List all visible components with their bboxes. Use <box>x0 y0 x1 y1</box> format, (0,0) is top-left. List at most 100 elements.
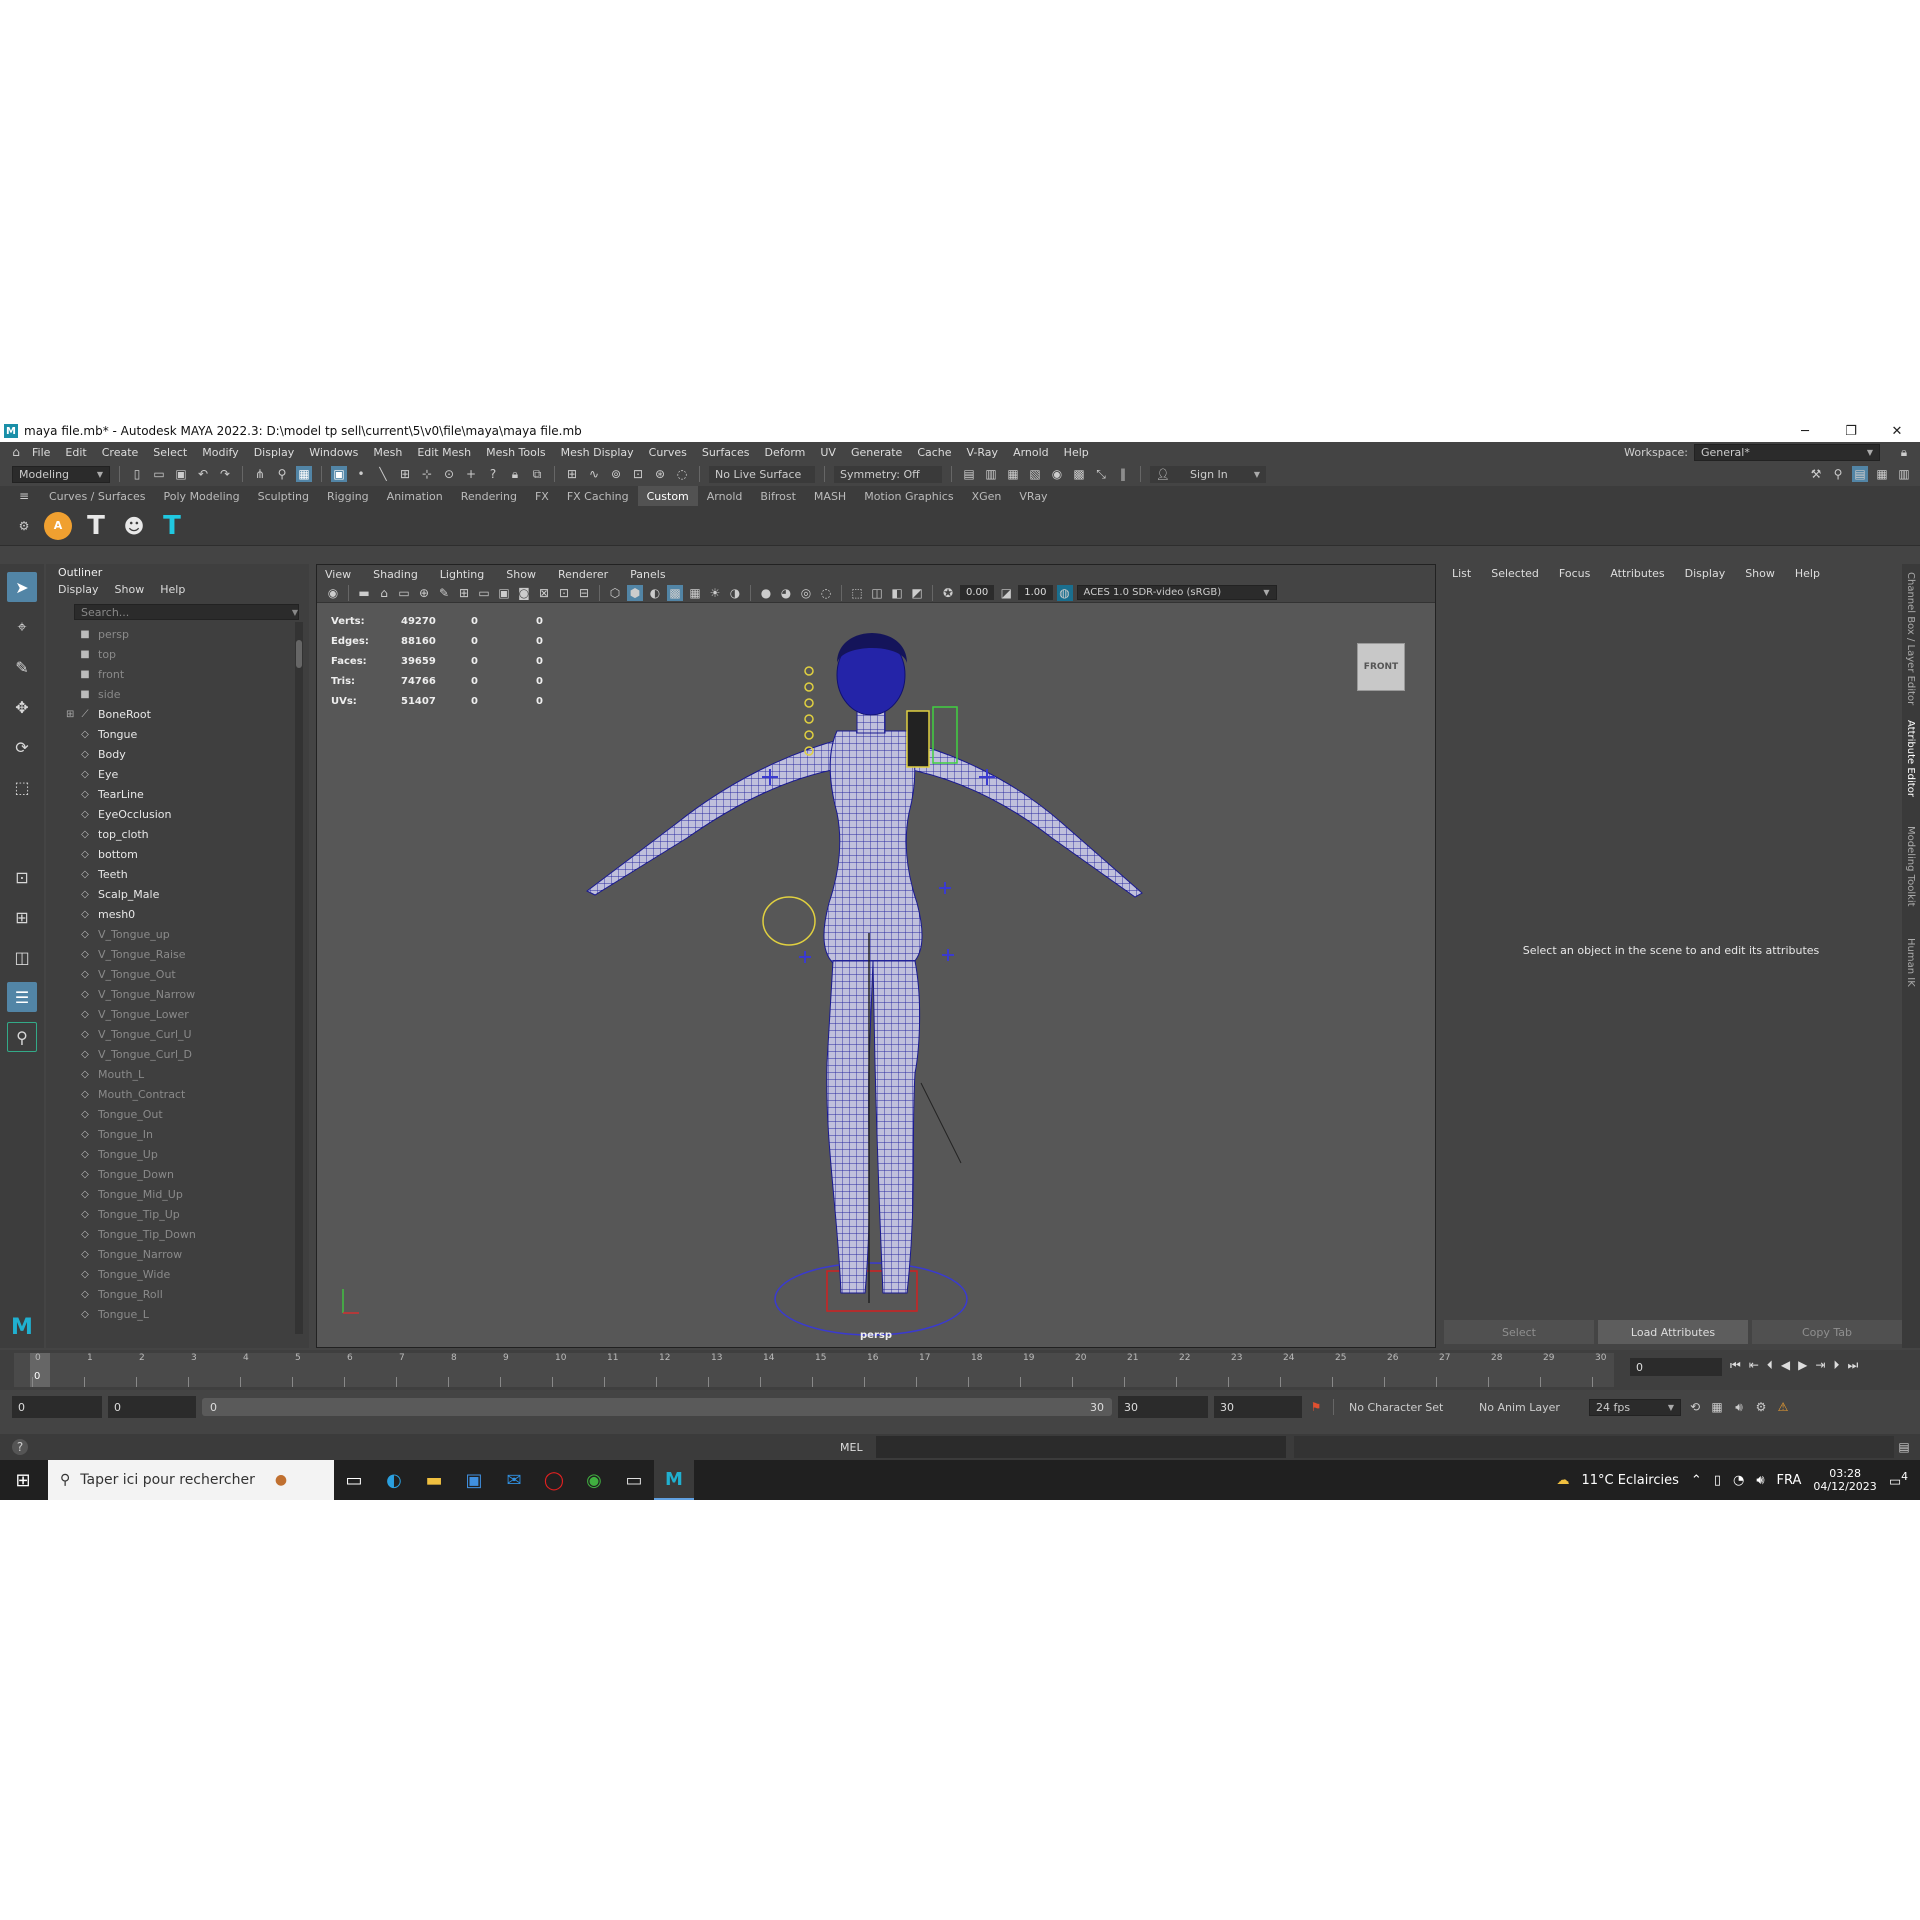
menu-windows[interactable]: Windows <box>309 446 358 459</box>
uv-mode-icon[interactable]: ⊹ <box>419 466 435 482</box>
app-window-icon[interactable]: ▭ <box>614 1460 654 1500</box>
playback-end-field[interactable]: 30 <box>1118 1396 1208 1418</box>
shadows-icon[interactable]: ◑ <box>727 585 743 601</box>
isolate-select-icon[interactable]: ⬚ <box>849 585 865 601</box>
menu-cache[interactable]: Cache <box>917 446 951 459</box>
image-plane-icon[interactable]: ▭ <box>396 585 412 601</box>
opera-icon[interactable]: ◯ <box>534 1460 574 1500</box>
ambient-occlusion-icon[interactable]: ● <box>758 585 774 601</box>
render-settings-icon[interactable]: ▧ <box>1027 466 1043 482</box>
tab-bifrost[interactable]: Bifrost <box>751 486 805 506</box>
symmetry-dropdown[interactable]: Symmetry: Off <box>834 465 942 483</box>
resolution-gate-icon[interactable]: ▣ <box>496 585 512 601</box>
menu-arnold[interactable]: Arnold <box>1013 446 1049 459</box>
edge-browser-icon[interactable]: ◐ <box>374 1460 414 1500</box>
command-input[interactable] <box>876 1436 1286 1458</box>
step-forward-key-icon[interactable]: ⇥ <box>1815 1358 1825 1373</box>
tab-fx-caching[interactable]: FX Caching <box>558 486 638 506</box>
outliner-item[interactable]: ◇ Mouth_L <box>46 1064 296 1084</box>
gamma-icon[interactable]: ◪ <box>998 585 1014 601</box>
use-all-lights-icon[interactable]: ☀ <box>707 585 723 601</box>
tab-xgen[interactable]: XGen <box>963 486 1011 506</box>
chevron-down-icon[interactable]: ▼ <box>292 608 298 617</box>
loop-icon[interactable]: ⟲ <box>1687 1399 1703 1415</box>
t-pose-cyan-icon[interactable]: T <box>158 511 186 541</box>
outliner-item[interactable]: ■ side <box>46 684 296 704</box>
bookmark-icon[interactable]: ⌂ <box>376 585 392 601</box>
character-controls-icon[interactable]: ⚲ <box>1830 466 1846 482</box>
snap-grid-toggle-icon[interactable]: ⊞ <box>564 466 580 482</box>
ae-menu-selected[interactable]: Selected <box>1491 567 1539 580</box>
file-explorer-icon[interactable]: ▬ <box>414 1460 454 1500</box>
anti-aliasing-icon[interactable]: ◎ <box>798 585 814 601</box>
xray-joints-icon[interactable]: ◧ <box>889 585 905 601</box>
anim-layer-dropdown[interactable]: No Anim Layer <box>1473 1398 1583 1416</box>
outliner-item[interactable]: ◇ mesh0 <box>46 904 296 924</box>
attribute-editor-toggle-icon[interactable]: ▤ <box>1852 466 1868 482</box>
two-pane-layout-icon[interactable]: ◫ <box>7 942 37 972</box>
windows-start-icon[interactable]: ⊞ <box>0 1460 46 1500</box>
viewport-menu-view[interactable]: View <box>325 568 351 581</box>
outliner-item[interactable]: ⊞ ⟋ BoneRoot <box>46 704 296 724</box>
select-tool-icon[interactable]: ➤ <box>7 572 37 602</box>
viewport-menu-renderer[interactable]: Renderer <box>558 568 608 581</box>
edge-mode-icon[interactable]: ╲ <box>375 466 391 482</box>
tab-sculpting[interactable]: Sculpting <box>249 486 318 506</box>
menu-file[interactable]: File <box>32 446 50 459</box>
ae-menu-display[interactable]: Display <box>1685 567 1726 580</box>
load-attributes-button[interactable]: Load Attributes <box>1598 1320 1748 1344</box>
outliner-item[interactable]: ◇ Tongue_Roll <box>46 1284 296 1304</box>
network-icon[interactable]: ◔ <box>1733 1473 1744 1488</box>
step-back-frame-icon[interactable]: ⏴ <box>1767 1358 1773 1373</box>
search-icon[interactable]: ⚲ <box>7 1022 37 1052</box>
arnold-render-icon[interactable]: ▩ <box>1071 466 1087 482</box>
expand-icon[interactable]: ⊞ <box>66 709 78 720</box>
grease-pencil-icon[interactable]: ✎ <box>436 585 452 601</box>
rotate-tool-icon[interactable]: ⟳ <box>7 732 37 762</box>
script-editor-icon[interactable]: ▤ <box>1896 1439 1912 1455</box>
menu-help[interactable]: Help <box>1064 446 1089 459</box>
ae-menu-attributes[interactable]: Attributes <box>1610 567 1664 580</box>
menu-vray[interactable]: V-Ray <box>967 446 999 459</box>
volume-icon[interactable]: 🔊︎ <box>1756 1473 1764 1488</box>
restore-button[interactable]: ❐ <box>1828 420 1874 442</box>
outliner-item[interactable]: ◇ V_Tongue_Lower <box>46 1004 296 1024</box>
tab-custom[interactable]: Custom <box>637 486 698 506</box>
tab-curves-surfaces[interactable]: Curves / Surfaces <box>40 486 155 506</box>
vertex-mode-icon[interactable]: • <box>353 466 369 482</box>
home-icon[interactable]: ⌂ <box>8 444 24 460</box>
range-slider-bar[interactable]: 0 30 <box>202 1398 1112 1416</box>
outliner-item[interactable]: ◇ Tongue_Mid_Up <box>46 1184 296 1204</box>
tab-attribute-editor[interactable]: Attribute Editor <box>1905 720 1916 797</box>
ipr-render-icon[interactable]: ▦ <box>1005 466 1021 482</box>
outliner-item[interactable]: ◇ V_Tongue_Curl_D <box>46 1044 296 1064</box>
pan-zoom-icon[interactable]: ⊕ <box>416 585 432 601</box>
highlight-icon[interactable]: ⧉ <box>529 466 545 482</box>
select-camera-icon[interactable]: ◉ <box>325 585 341 601</box>
tab-poly-modeling[interactable]: Poly Modeling <box>155 486 249 506</box>
menu-select[interactable]: Select <box>153 446 187 459</box>
film-gate-icon[interactable]: ▭ <box>476 585 492 601</box>
scale-tool-icon[interactable]: ⬚ <box>7 772 37 802</box>
outliner-item[interactable]: ■ front <box>46 664 296 684</box>
wireframe-on-shaded-icon[interactable]: ▩ <box>667 584 683 601</box>
character-mesh[interactable] <box>586 633 1143 1294</box>
open-scene-icon[interactable]: ▭ <box>151 466 167 482</box>
viewport-menu-show[interactable]: Show <box>506 568 536 581</box>
menu-edit-mesh[interactable]: Edit Mesh <box>417 446 471 459</box>
tab-rigging[interactable]: Rigging <box>318 486 378 506</box>
taskbar-search-box[interactable]: ⚲ Taper ici pour rechercher ● <box>48 1460 334 1500</box>
play-forwards-icon[interactable]: ▶ <box>1798 1358 1807 1373</box>
scene-start-field[interactable]: 0 <box>12 1396 102 1418</box>
weather-text[interactable]: 11°C Eclaircies <box>1582 1473 1679 1488</box>
outliner-layout-icon[interactable]: ☰ <box>7 982 37 1012</box>
gate-mask-icon[interactable]: ◙ <box>516 585 532 601</box>
menu-create[interactable]: Create <box>102 446 139 459</box>
xray-active-icon[interactable]: ◩ <box>909 585 925 601</box>
viewport-menu-shading[interactable]: Shading <box>373 568 418 581</box>
outliner-item[interactable]: ◇ Body <box>46 744 296 764</box>
battery-icon[interactable]: ▯ <box>1714 1473 1721 1488</box>
task-view-icon[interactable]: ▭ <box>334 1460 374 1500</box>
motion-blur-icon[interactable]: ◕ <box>778 585 794 601</box>
object-mode-icon[interactable]: ▣ <box>331 466 347 482</box>
